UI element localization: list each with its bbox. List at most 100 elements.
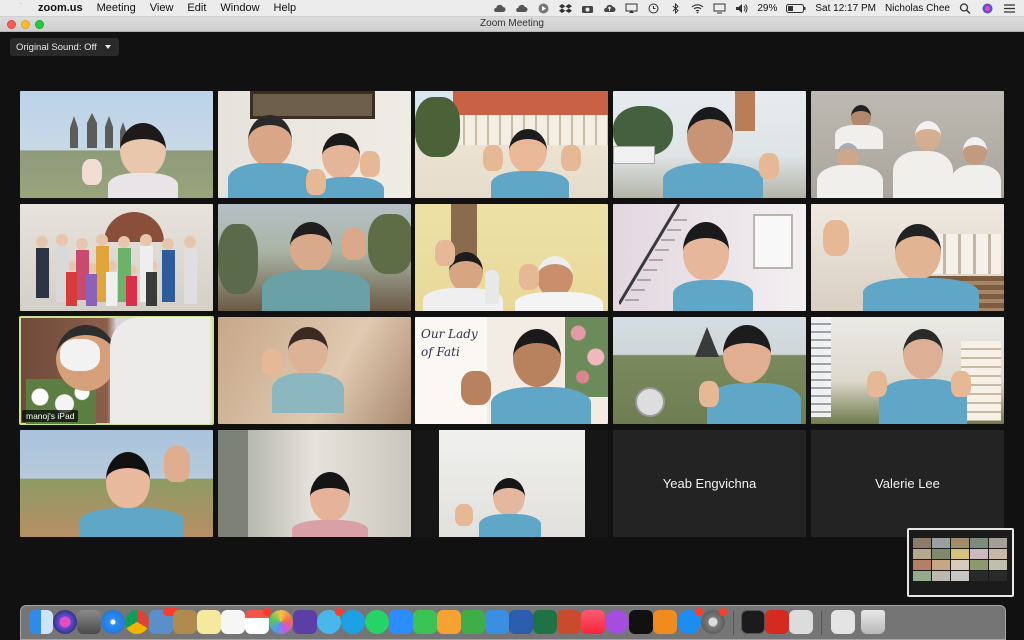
video-tile-camera-off[interactable]: Valerie Lee bbox=[811, 430, 1004, 537]
notes-app-icon[interactable] bbox=[173, 610, 197, 634]
powerpoint-icon[interactable] bbox=[557, 610, 581, 634]
participant-name-label: manoj's iPad bbox=[22, 410, 79, 422]
video-tile[interactable] bbox=[811, 204, 1004, 311]
whatsapp-icon[interactable] bbox=[365, 610, 389, 634]
siri-icon[interactable] bbox=[53, 610, 77, 634]
finder-window-icon[interactable] bbox=[789, 610, 813, 634]
video-tile[interactable] bbox=[415, 430, 608, 537]
self-view-thumbnail[interactable] bbox=[907, 528, 1014, 597]
original-sound-button[interactable]: Original Sound: Off bbox=[10, 38, 119, 56]
menu-app-name[interactable]: zoom.us bbox=[38, 2, 83, 14]
waving-hand bbox=[759, 153, 779, 179]
launchpad-icon[interactable] bbox=[77, 610, 101, 634]
video-tile[interactable] bbox=[613, 204, 806, 311]
bluetooth-icon[interactable] bbox=[669, 3, 682, 14]
photos-icon[interactable] bbox=[269, 610, 293, 634]
participant-head bbox=[493, 478, 525, 516]
apple-icon[interactable] bbox=[12, 1, 26, 15]
reminders-icon[interactable] bbox=[221, 610, 245, 634]
excel-icon[interactable] bbox=[533, 610, 557, 634]
dock-separator bbox=[821, 611, 822, 635]
video-tile-active-speaker[interactable]: manoj's iPad bbox=[19, 316, 214, 425]
display-icon[interactable] bbox=[713, 3, 726, 14]
tree bbox=[218, 224, 258, 294]
airplay-icon[interactable] bbox=[625, 3, 638, 14]
menu-window[interactable]: Window bbox=[220, 2, 259, 14]
wifi-icon[interactable] bbox=[691, 3, 704, 14]
skype-icon[interactable] bbox=[341, 610, 365, 634]
zoom-icon[interactable] bbox=[389, 610, 413, 634]
video-tile[interactable] bbox=[613, 317, 806, 424]
video-tile[interactable] bbox=[20, 91, 213, 198]
pages-icon[interactable] bbox=[437, 610, 461, 634]
dropbox-icon[interactable] bbox=[559, 3, 573, 14]
participant-name: Valerie Lee bbox=[875, 476, 940, 491]
clock-icon[interactable] bbox=[647, 3, 660, 14]
finder-icon[interactable] bbox=[29, 610, 53, 634]
pagoda bbox=[695, 327, 719, 357]
word-icon[interactable] bbox=[509, 610, 533, 634]
safari-icon[interactable] bbox=[101, 610, 125, 634]
video-tile-camera-off[interactable]: Yeab Engvichna bbox=[613, 430, 806, 537]
video-tile[interactable] bbox=[218, 430, 411, 537]
siri-icon[interactable] bbox=[981, 3, 994, 14]
bus bbox=[613, 146, 655, 164]
video-tile[interactable] bbox=[415, 204, 608, 311]
play-icon[interactable] bbox=[537, 3, 550, 14]
stickies-icon[interactable] bbox=[197, 610, 221, 634]
camera-icon[interactable] bbox=[581, 3, 594, 14]
search-icon[interactable] bbox=[959, 3, 972, 14]
user-name[interactable]: Nicholas Chee bbox=[885, 3, 950, 14]
waving-hand bbox=[360, 151, 380, 177]
video-tile[interactable] bbox=[218, 204, 411, 311]
clock-text[interactable]: Sat 12:17 PM bbox=[815, 3, 876, 14]
imovie-icon[interactable] bbox=[293, 610, 317, 634]
numbers-icon[interactable] bbox=[461, 610, 485, 634]
self-view-gallery bbox=[909, 530, 1012, 595]
downloads-icon[interactable] bbox=[831, 610, 855, 634]
video-tile[interactable] bbox=[811, 91, 1004, 198]
menu-edit[interactable]: Edit bbox=[187, 2, 206, 14]
video-tile[interactable] bbox=[218, 317, 411, 424]
battery-icon[interactable] bbox=[786, 3, 806, 14]
video-tile[interactable] bbox=[20, 204, 213, 311]
upload-icon[interactable] bbox=[603, 3, 616, 14]
list-icon[interactable] bbox=[1003, 3, 1016, 14]
cloud-icon[interactable] bbox=[493, 3, 506, 14]
participant-shirt bbox=[817, 165, 883, 198]
music-icon[interactable] bbox=[581, 610, 605, 634]
participant-shirt bbox=[108, 173, 178, 198]
activity-monitor-icon[interactable] bbox=[741, 610, 765, 634]
participant-shirt bbox=[673, 280, 753, 311]
video-tile[interactable] bbox=[613, 91, 806, 198]
video-tile[interactable] bbox=[415, 91, 608, 198]
video-tile[interactable] bbox=[20, 430, 213, 537]
waving-hand bbox=[519, 264, 539, 290]
door-frame bbox=[218, 430, 248, 537]
tv-icon[interactable] bbox=[629, 610, 653, 634]
participant-shirt bbox=[491, 387, 591, 424]
cloud-icon[interactable] bbox=[515, 3, 528, 14]
acrobat-icon[interactable] bbox=[765, 610, 789, 634]
menu-view[interactable]: View bbox=[150, 2, 174, 14]
podcasts-icon[interactable] bbox=[605, 610, 629, 634]
menu-help[interactable]: Help bbox=[274, 2, 297, 14]
keynote-icon[interactable] bbox=[485, 610, 509, 634]
dock bbox=[20, 605, 1006, 640]
video-tile[interactable]: Our Lady of Fati bbox=[415, 317, 608, 424]
participant-shirt bbox=[515, 292, 603, 311]
volume-icon[interactable] bbox=[735, 3, 748, 14]
facetime-icon[interactable] bbox=[413, 610, 437, 634]
menu-bar: zoom.us Meeting View Edit Window Help 29… bbox=[0, 0, 1024, 17]
video-tile[interactable] bbox=[811, 317, 1004, 424]
banner-text: Our Lady of Fati bbox=[421, 327, 478, 359]
waving-hand bbox=[561, 145, 581, 171]
window-title-bar: Zoom Meeting bbox=[0, 17, 1024, 32]
menu-meeting[interactable]: Meeting bbox=[97, 2, 136, 14]
video-tile[interactable] bbox=[218, 91, 411, 198]
chrome-icon[interactable] bbox=[125, 610, 149, 634]
books-icon[interactable] bbox=[653, 610, 677, 634]
waving-hand bbox=[461, 371, 491, 405]
waving-hand bbox=[342, 228, 366, 260]
trash-icon[interactable] bbox=[861, 610, 885, 634]
